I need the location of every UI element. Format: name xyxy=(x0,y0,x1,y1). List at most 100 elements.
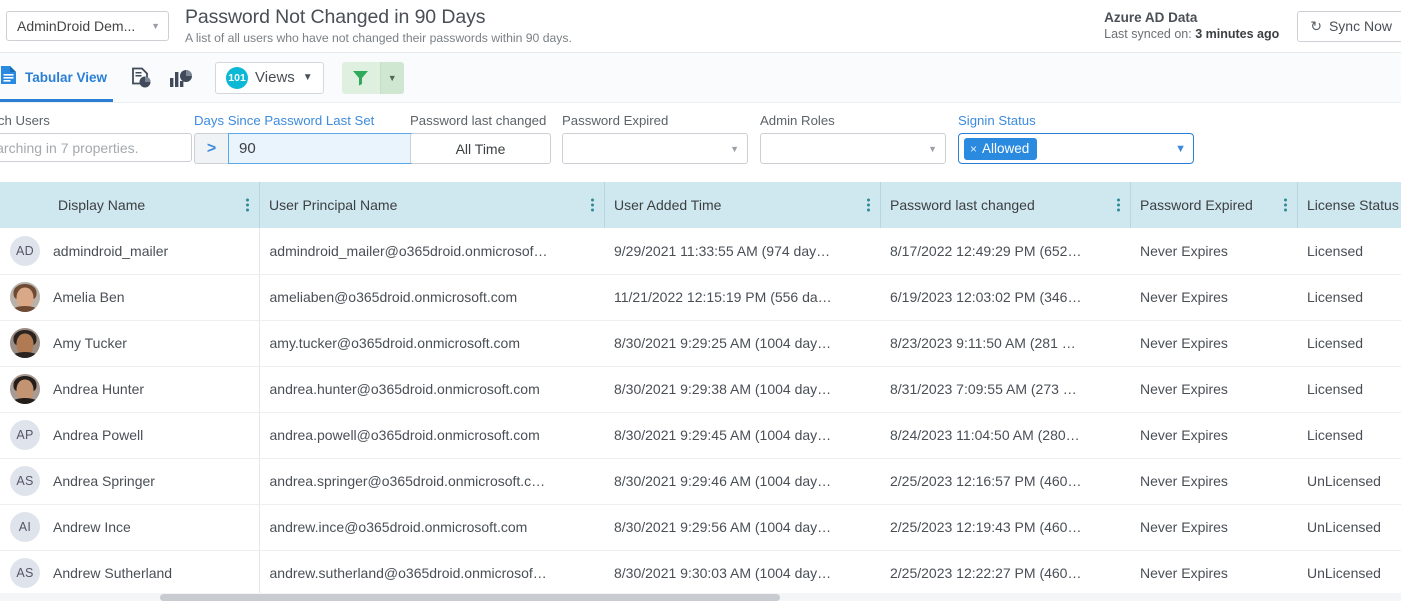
cell-license-status: Licensed xyxy=(1297,320,1401,366)
display-name-label: Amy Tucker xyxy=(53,335,127,351)
display-name-label: Amelia Ben xyxy=(53,289,125,305)
cell-license-status: Licensed xyxy=(1297,228,1401,274)
cell-license-status: UnLicensed xyxy=(1297,458,1401,504)
avatar-initials: AD xyxy=(10,236,40,266)
cell-user-principal-name: andrea.powell@o365droid.onmicrosoft.com xyxy=(259,412,604,458)
views-button[interactable]: 101 Views ▼ xyxy=(215,62,324,94)
signin-status-chip[interactable]: × Allowed xyxy=(964,138,1037,160)
table-row[interactable]: AIAndrew Inceandrew.ince@o365droid.onmic… xyxy=(0,504,1401,550)
password-expired-select[interactable]: ▼ xyxy=(562,133,748,164)
column-header-label: User Added Time xyxy=(614,197,721,213)
column-header-license-status[interactable]: License Status xyxy=(1297,182,1401,228)
column-header-label: Password last changed xyxy=(890,197,1035,213)
signin-status-label: Signin Status xyxy=(958,112,1194,129)
cell-user-principal-name: amy.tucker@o365droid.onmicrosoft.com xyxy=(259,320,604,366)
sync-now-label: Sync Now xyxy=(1329,18,1392,34)
password-last-changed-select[interactable]: All Time xyxy=(410,133,551,164)
cell-display-name: APAndrea Powell xyxy=(0,412,259,458)
admin-roles-select[interactable]: ▼ xyxy=(760,133,946,164)
export-report-icon[interactable] xyxy=(121,61,161,95)
cell-display-name: Andrea Hunter xyxy=(0,366,259,412)
cell-user-principal-name: admindroid_mailer@o365droid.onmicrosof… xyxy=(259,228,604,274)
admin-roles-label: Admin Roles xyxy=(760,112,946,129)
column-menu-icon[interactable] xyxy=(1284,199,1287,212)
search-input[interactable]: Searching in 7 properties. xyxy=(0,133,192,162)
sync-now-button[interactable]: ↻ Sync Now xyxy=(1297,11,1401,42)
cell-user-principal-name: andrew.sutherland@o365droid.onmicrosof… xyxy=(259,550,604,596)
cell-password-last-changed: 8/17/2022 12:49:29 PM (652… xyxy=(880,228,1130,274)
cell-user-added-time: 8/30/2021 9:29:25 AM (1004 day… xyxy=(604,320,880,366)
column-divider xyxy=(880,182,881,228)
table-row[interactable]: ASAndrea Springerandrea.springer@o365dro… xyxy=(0,458,1401,504)
tenant-selector[interactable]: AdminDroid Dem... ▼ xyxy=(6,11,169,41)
search-users-field: Search Users Searching in 7 properties. xyxy=(0,112,192,162)
column-header-password-last-changed[interactable]: Password last changed xyxy=(880,182,1130,228)
cell-password-expired: Never Expires xyxy=(1130,228,1297,274)
table-row[interactable]: APAndrea Powellandrea.powell@o365droid.o… xyxy=(0,412,1401,458)
table-row[interactable]: Andrea Hunterandrea.hunter@o365droid.onm… xyxy=(0,366,1401,412)
column-header-label: User Principal Name xyxy=(269,197,397,213)
signin-status-chip-label: Allowed xyxy=(982,141,1029,156)
filter-button-group: ▼ xyxy=(342,62,404,94)
signin-status-field: Signin Status × Allowed ▼ xyxy=(958,112,1194,164)
report-toolbar: Tabular View 101 Views ▼ xyxy=(0,53,1401,103)
display-name-label: Andrew Ince xyxy=(53,519,131,535)
password-expired-field: Password Expired ▼ xyxy=(562,112,748,164)
cell-password-expired: Never Expires xyxy=(1130,458,1297,504)
funnel-icon-button[interactable] xyxy=(342,62,380,94)
cell-license-status: Licensed xyxy=(1297,366,1401,412)
tab-tabular-view[interactable]: Tabular View xyxy=(0,53,121,102)
days-since-password-label: Days Since Password Last Set xyxy=(194,112,424,129)
avatar-photo xyxy=(10,282,40,312)
cell-license-status: Licensed xyxy=(1297,412,1401,458)
cell-password-expired: Never Expires xyxy=(1130,320,1297,366)
column-divider xyxy=(259,182,260,228)
column-menu-icon[interactable] xyxy=(1117,199,1120,212)
column-header-password-expired[interactable]: Password Expired xyxy=(1130,182,1297,228)
cell-display-name: Amelia Ben xyxy=(0,274,259,320)
cell-password-last-changed: 8/23/2023 9:11:50 AM (281 … xyxy=(880,320,1130,366)
cell-license-status: UnLicensed xyxy=(1297,504,1401,550)
days-value-input[interactable]: 90 xyxy=(228,133,424,164)
cell-display-name: ASAndrew Sutherland xyxy=(0,550,259,596)
cell-password-expired: Never Expires xyxy=(1130,504,1297,550)
table-row[interactable]: ADadmindroid_maileradmindroid_mailer@o36… xyxy=(0,228,1401,274)
cell-user-added-time: 8/30/2021 9:29:38 AM (1004 day… xyxy=(604,366,880,412)
display-name-label: Andrea Hunter xyxy=(53,381,144,397)
signin-status-multiselect[interactable]: × Allowed ▼ xyxy=(958,133,1194,164)
cell-user-added-time: 11/21/2022 12:15:19 PM (556 da… xyxy=(604,274,880,320)
table-row[interactable]: ASAndrew Sutherlandandrew.sutherland@o36… xyxy=(0,550,1401,596)
cell-user-added-time: 8/30/2021 9:29:56 AM (1004 day… xyxy=(604,504,880,550)
cell-display-name: AIAndrew Ince xyxy=(0,504,259,550)
refresh-icon: ↻ xyxy=(1310,18,1322,35)
chevron-down-icon: ▼ xyxy=(1175,143,1186,155)
cell-user-principal-name: andrew.ince@o365droid.onmicrosoft.com xyxy=(259,504,604,550)
column-header-user-added-time[interactable]: User Added Time xyxy=(604,182,880,228)
views-count-badge: 101 xyxy=(226,67,248,89)
funnel-icon xyxy=(352,69,369,86)
password-expired-label: Password Expired xyxy=(562,112,748,129)
column-header-user-principal-name[interactable]: User Principal Name xyxy=(259,182,604,228)
comparison-operator-button[interactable]: > xyxy=(194,133,228,164)
page-title: Password Not Changed in 90 Days xyxy=(185,6,572,28)
cell-user-added-time: 8/30/2021 9:29:45 AM (1004 day… xyxy=(604,412,880,458)
column-header-display-name[interactable]: Display Name xyxy=(0,182,259,228)
column-divider xyxy=(1130,182,1131,228)
table-row[interactable]: Amy Tucker amy.tucker@o365droid.onmicroso… xyxy=(0,320,1401,366)
cell-license-status: Licensed xyxy=(1297,274,1401,320)
filter-dropdown-button[interactable]: ▼ xyxy=(380,62,404,94)
horizontal-scrollbar-track[interactable] xyxy=(0,593,1401,601)
horizontal-scrollbar-thumb[interactable] xyxy=(160,594,780,601)
title-block: Password Not Changed in 90 Days A list o… xyxy=(185,6,572,46)
chart-report-icon[interactable] xyxy=(161,61,201,95)
column-menu-icon[interactable] xyxy=(867,199,870,212)
days-since-password-input-group: > 90 xyxy=(194,133,424,164)
report-table: Display Name User Principal Name User Ad… xyxy=(0,182,1401,597)
document-report-icon xyxy=(0,65,17,90)
table-row[interactable]: Amelia Benameliaben@o365droid.onmicrosof… xyxy=(0,274,1401,320)
chip-remove-icon[interactable]: × xyxy=(970,142,977,156)
column-menu-icon[interactable] xyxy=(591,199,594,212)
column-menu-icon[interactable] xyxy=(246,199,249,212)
report-table-container[interactable]: Display Name User Principal Name User Ad… xyxy=(0,182,1401,601)
sync-time-value: 3 minutes ago xyxy=(1195,27,1279,41)
